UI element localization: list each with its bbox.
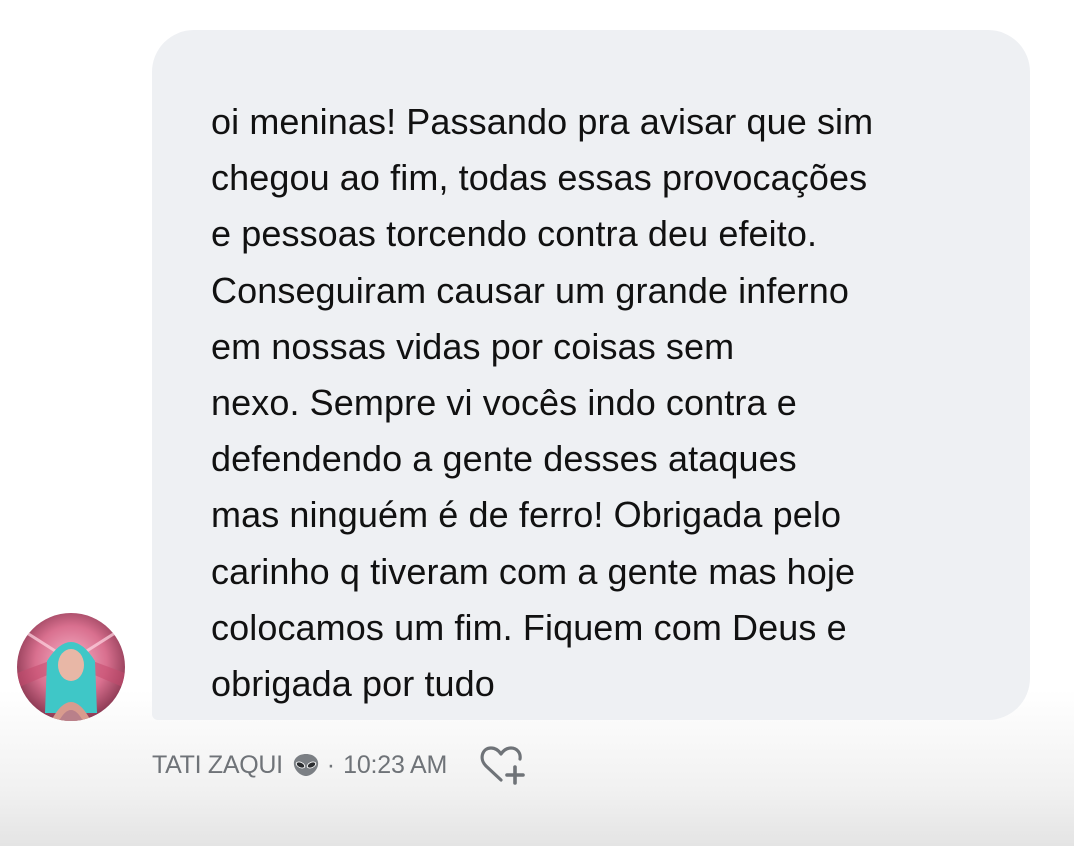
alien-icon xyxy=(291,752,321,778)
avatar[interactable] xyxy=(17,613,125,721)
meta-separator: · xyxy=(326,750,336,779)
message-thread: oi meninas! Passando pra avisar que sim … xyxy=(0,0,1074,846)
message-text: oi meninas! Passando pra avisar que sim … xyxy=(211,101,874,705)
sender-name[interactable]: TATI ZAQUI xyxy=(152,751,283,780)
heart-plus-icon[interactable] xyxy=(477,742,529,788)
message-meta: TATI ZAQUI · 10:23 AM xyxy=(152,742,529,788)
message-bubble[interactable]: oi meninas! Passando pra avisar que sim … xyxy=(152,30,1030,720)
avatar-image xyxy=(17,613,125,721)
timestamp: 10:23 AM xyxy=(343,750,448,779)
